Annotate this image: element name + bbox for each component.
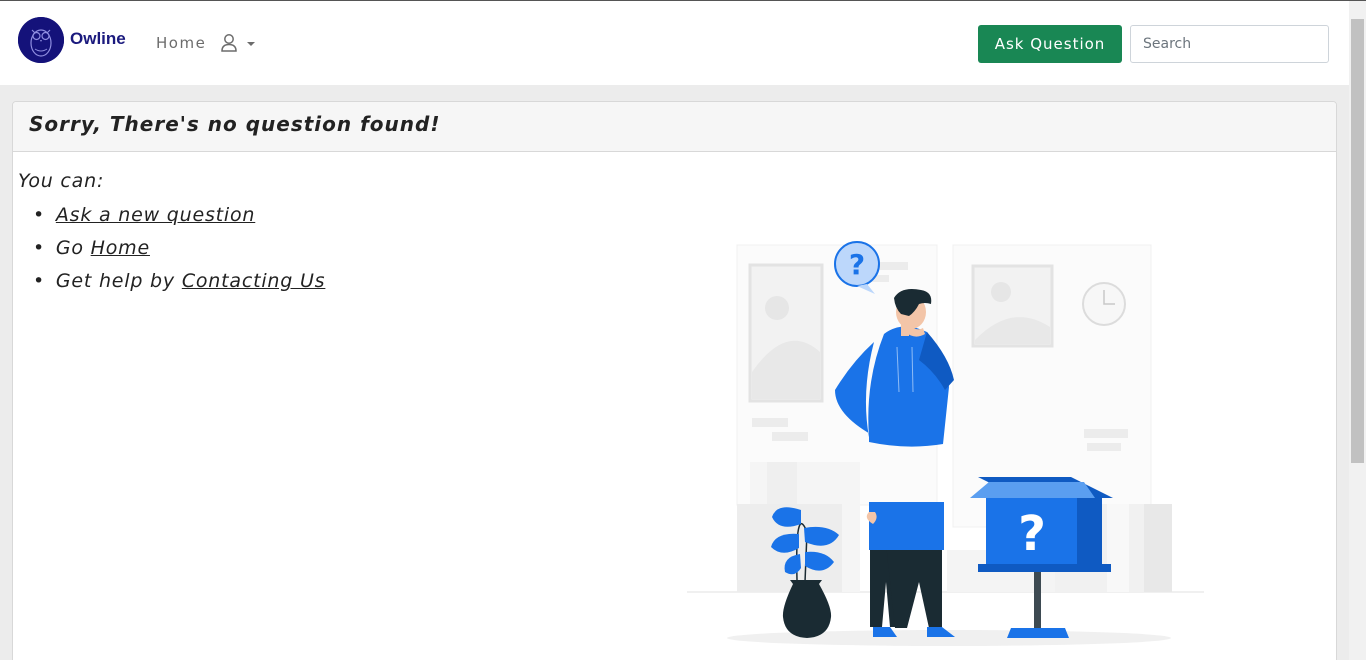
svg-text:?: ? bbox=[1018, 506, 1046, 562]
confused-person-illustration: ? ? bbox=[687, 241, 1204, 646]
you-can-label: You can: bbox=[18, 170, 105, 192]
scrollbar[interactable] bbox=[1349, 1, 1366, 660]
card-header: Sorry, There's no question found! bbox=[13, 102, 1336, 152]
svg-text:?: ? bbox=[849, 248, 865, 281]
caret-down-icon bbox=[247, 42, 255, 46]
brand-name[interactable]: Owline bbox=[70, 29, 126, 49]
scrollbar-thumb[interactable] bbox=[1351, 19, 1364, 463]
owl-logo-icon[interactable] bbox=[18, 17, 64, 63]
list-item: Ask a new question bbox=[33, 202, 325, 235]
no-question-card: Sorry, There's no question found! You ca… bbox=[12, 101, 1337, 660]
nav-home-link[interactable]: Home bbox=[156, 34, 206, 52]
card-title: Sorry, There's no question found! bbox=[29, 112, 441, 136]
list-item: Get help by Contacting Us bbox=[33, 268, 325, 301]
user-icon bbox=[221, 34, 237, 52]
user-dropdown[interactable] bbox=[220, 33, 260, 55]
tip-prefix: Get help by bbox=[55, 270, 182, 292]
ask-new-question-link[interactable]: Ask a new question bbox=[56, 204, 255, 226]
go-home-link[interactable]: Home bbox=[91, 237, 150, 259]
list-item: Go Home bbox=[33, 235, 325, 268]
suggestion-list: Ask a new question Go Home Get help by C… bbox=[33, 202, 325, 301]
navbar: Owline Home Ask Question bbox=[0, 1, 1349, 85]
tip-prefix: Go bbox=[55, 237, 91, 259]
search-input[interactable] bbox=[1130, 25, 1329, 63]
contact-us-link[interactable]: Contacting Us bbox=[182, 270, 326, 292]
ask-question-button[interactable]: Ask Question bbox=[978, 25, 1122, 63]
